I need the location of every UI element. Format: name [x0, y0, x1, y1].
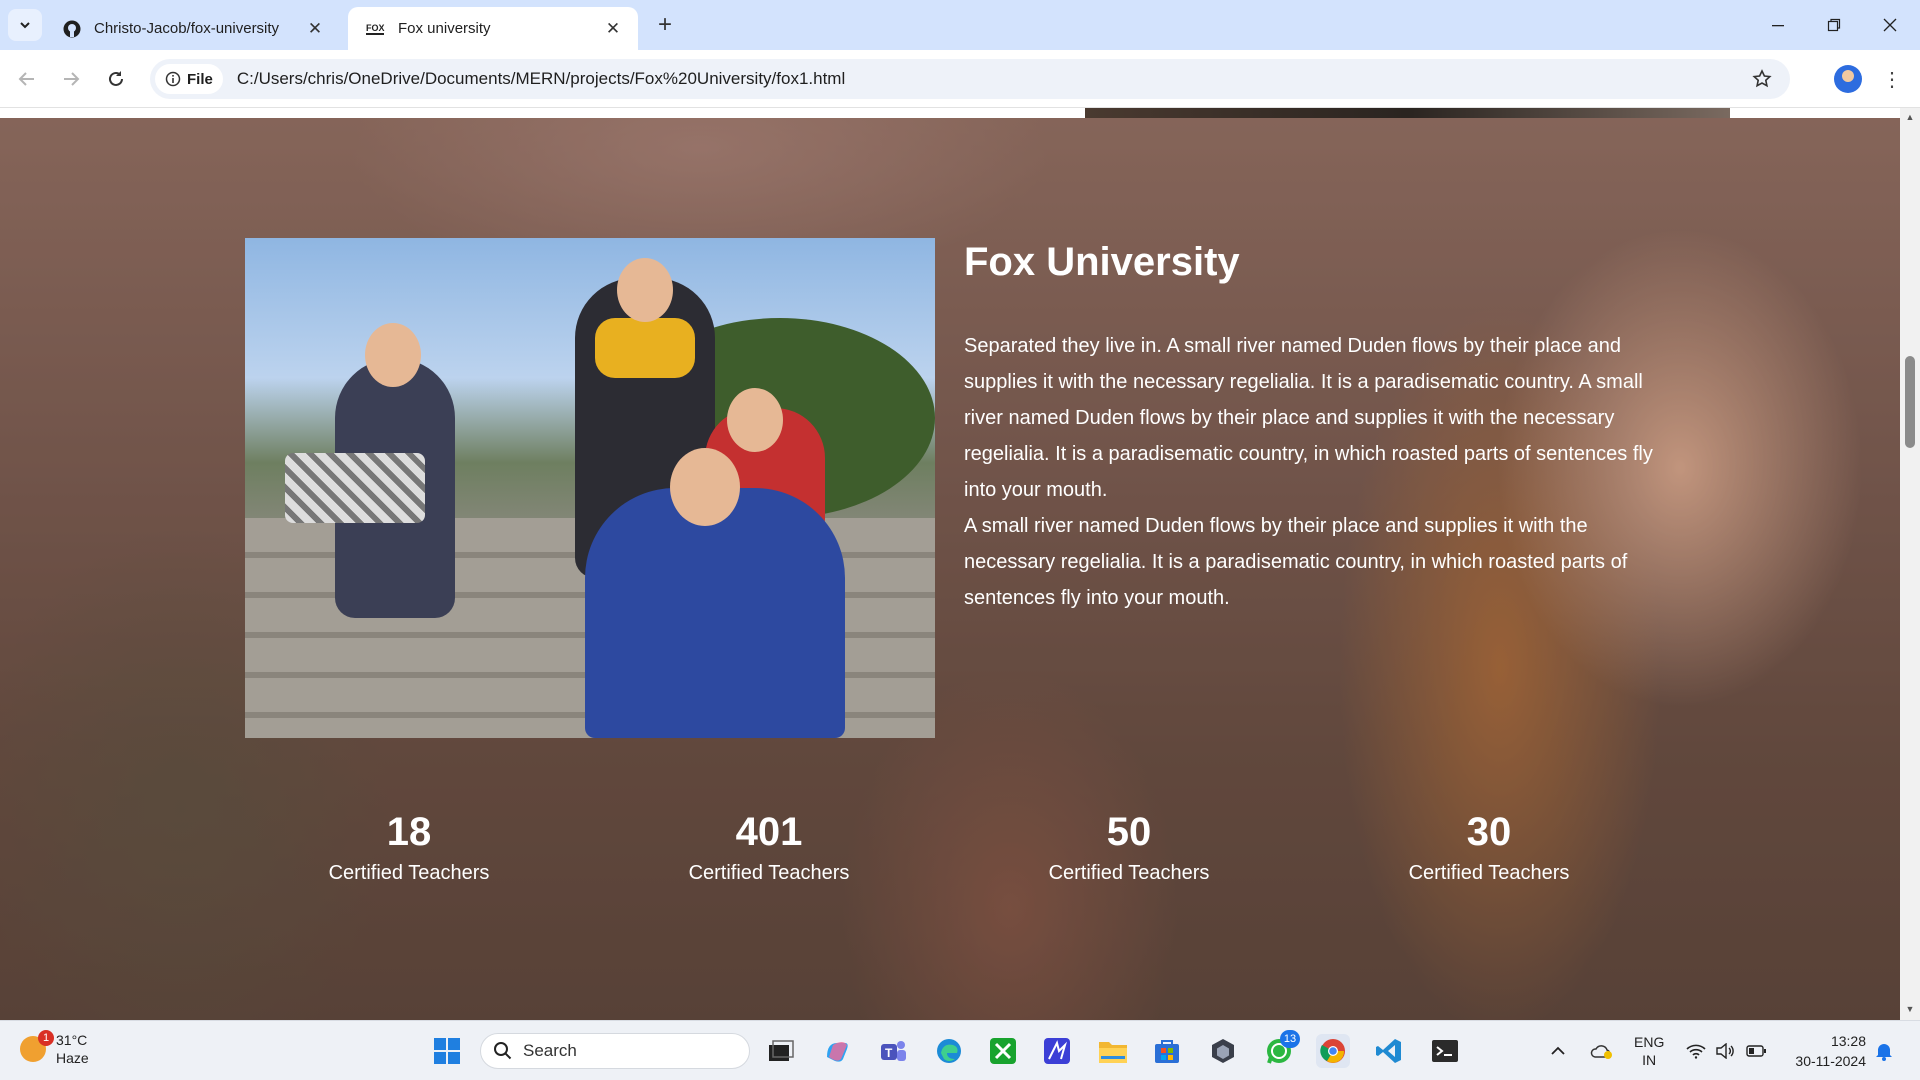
forward-button[interactable] — [54, 62, 88, 96]
back-button[interactable] — [10, 62, 44, 96]
xbox-icon[interactable] — [986, 1034, 1020, 1068]
section-heading: Fox University — [964, 240, 1240, 284]
stat-counter: 18 Certified Teachers — [259, 808, 559, 885]
windows-start-icon[interactable] — [430, 1034, 464, 1068]
windows-taskbar: 1 31°C Haze Search T 13 ENG IN 13:28 30-… — [0, 1020, 1920, 1080]
task-view-icon[interactable] — [764, 1034, 798, 1068]
scroll-up-arrow-icon[interactable]: ▲ — [1904, 112, 1916, 124]
arrow-left-icon — [18, 72, 34, 86]
restore-icon — [1827, 18, 1841, 32]
arrow-right-icon — [64, 72, 80, 86]
system-tray-status[interactable] — [1686, 1021, 1766, 1080]
teams-icon[interactable]: T — [876, 1034, 910, 1068]
url-text[interactable]: C:/Users/chris/OneDrive/Documents/MERN/p… — [237, 69, 845, 89]
taskbar-clock[interactable]: 13:28 30-11-2024 — [1786, 1031, 1866, 1071]
battery-icon — [1746, 1045, 1766, 1057]
address-bar[interactable]: File C:/Users/chris/OneDrive/Documents/M… — [150, 59, 1790, 99]
stat-label: Certified Teachers — [688, 862, 850, 884]
search-placeholder: Search — [523, 1041, 577, 1060]
whatsapp-icon[interactable]: 13 — [1262, 1030, 1300, 1068]
tab-strip: Christo-Jacob/fox-university ✕ FOX Fox u… — [0, 0, 1920, 50]
site-info-chip[interactable]: File — [155, 64, 223, 94]
reload-button[interactable] — [99, 62, 133, 96]
stat-number: 401 — [735, 810, 803, 854]
profile-avatar[interactable] — [1834, 65, 1862, 93]
copilot-icon[interactable] — [820, 1034, 854, 1068]
minimize-button[interactable] — [1750, 0, 1806, 50]
taskbar-search-box[interactable]: Search — [480, 1033, 750, 1069]
browser-toolbar: File C:/Users/chris/OneDrive/Documents/M… — [0, 50, 1920, 108]
scrollbar-thumb[interactable] — [1905, 356, 1915, 448]
app-icon-hexagon[interactable] — [1206, 1034, 1240, 1068]
weather-condition: Haze — [56, 1050, 89, 1066]
close-tab-icon[interactable]: ✕ — [304, 18, 326, 40]
stat-counter: 50 Certified Teachers — [979, 808, 1279, 885]
students-photo — [245, 238, 935, 738]
speaker-icon — [1716, 1043, 1734, 1059]
search-icon — [494, 1042, 512, 1060]
bookmark-star-icon[interactable] — [1750, 67, 1774, 91]
reload-icon — [109, 71, 123, 86]
scroll-down-arrow-icon[interactable]: ▼ — [1904, 1004, 1916, 1016]
stat-counter: 401 Certified Teachers — [619, 808, 919, 885]
stat-number: 18 — [386, 810, 432, 854]
close-window-button[interactable] — [1862, 0, 1918, 50]
about-paragraph-2: A small river named Duden flows by their… — [964, 515, 1628, 609]
svg-text:T: T — [885, 1046, 893, 1060]
tab-github[interactable]: Christo-Jacob/fox-university ✕ — [44, 7, 340, 50]
stat-number: 30 — [1466, 810, 1512, 854]
stat-label: Certified Teachers — [1048, 862, 1210, 884]
svg-text:FOX: FOX — [366, 23, 385, 33]
notification-bell-icon[interactable] — [1875, 1021, 1893, 1080]
terminal-icon[interactable] — [1428, 1034, 1462, 1068]
stat-label: Certified Teachers — [328, 862, 490, 884]
page-viewport: Fox University Separated they live in. A… — [0, 108, 1900, 1020]
microsoft-store-icon[interactable] — [1150, 1034, 1184, 1068]
chrome-icon[interactable] — [1316, 1034, 1350, 1068]
chip-label: File — [187, 70, 213, 88]
onedrive-sync-icon[interactable] — [1590, 1021, 1614, 1080]
stat-label: Certified Teachers — [1408, 862, 1570, 884]
clock-date: 30-11-2024 — [1795, 1053, 1866, 1069]
weather-widget[interactable]: 1 31°C Haze — [20, 1030, 89, 1067]
whatsapp-badge: 13 — [1280, 1030, 1300, 1048]
previous-section-edge — [0, 108, 1900, 118]
info-icon — [165, 71, 181, 87]
app-icon-purple[interactable] — [1040, 1034, 1074, 1068]
minimize-icon — [1772, 25, 1784, 27]
language-line2: IN — [1642, 1052, 1657, 1068]
restore-button[interactable] — [1806, 0, 1862, 50]
wifi-icon — [1686, 1044, 1706, 1059]
edge-icon[interactable] — [932, 1034, 966, 1068]
fox-icon: FOX — [366, 19, 386, 39]
chevron-down-icon — [20, 22, 30, 29]
tab-title: Christo-Jacob/fox-university — [94, 20, 280, 37]
page-scrollbar[interactable]: ▲ ▼ — [1900, 108, 1920, 1020]
close-icon — [1883, 18, 1897, 32]
previous-section-image — [1085, 108, 1730, 118]
language-line1: ENG — [1634, 1034, 1665, 1050]
file-explorer-icon[interactable] — [1096, 1034, 1130, 1068]
github-icon — [62, 19, 82, 39]
weather-sun-icon: 1 — [20, 1030, 54, 1062]
stat-number: 50 — [1106, 810, 1152, 854]
tab-title: Fox university — [398, 20, 491, 37]
weather-badge: 1 — [38, 1030, 54, 1046]
stat-counter: 30 Certified Teachers — [1339, 808, 1639, 885]
about-paragraph-1: Separated they live in. A small river na… — [964, 335, 1653, 501]
close-tab-icon[interactable]: ✕ — [602, 18, 624, 40]
clock-time: 13:28 — [1830, 1033, 1866, 1049]
weather-temp: 31°C — [56, 1032, 88, 1048]
language-indicator[interactable]: ENG IN — [1634, 1021, 1664, 1080]
vscode-icon[interactable] — [1372, 1034, 1406, 1068]
tab-fox-university[interactable]: FOX Fox university ✕ — [348, 7, 638, 50]
new-tab-button[interactable]: + — [650, 11, 680, 39]
about-text: Separated they live in. A small river na… — [964, 328, 1664, 616]
menu-kebab-icon[interactable]: ⋮ — [1880, 64, 1904, 94]
show-hidden-icons-chevron-icon[interactable] — [1550, 1021, 1566, 1080]
tab-search-button[interactable] — [8, 9, 42, 41]
